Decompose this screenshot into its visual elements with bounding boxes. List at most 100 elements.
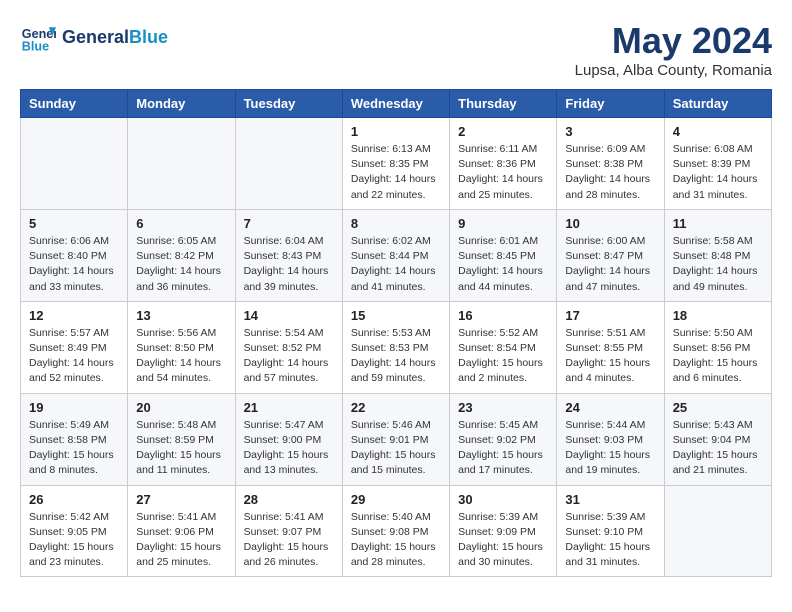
- day-number: 13: [136, 308, 226, 323]
- calendar-table: SundayMondayTuesdayWednesdayThursdayFrid…: [20, 89, 772, 577]
- calendar-cell: 25 Sunrise: 5:43 AM Sunset: 9:04 PM Dayli…: [664, 393, 771, 485]
- day-info: Sunrise: 5:39 AM Sunset: 9:09 PM Dayligh…: [458, 510, 548, 571]
- day-info: Sunrise: 5:48 AM Sunset: 8:59 PM Dayligh…: [136, 418, 226, 479]
- calendar-cell: 12 Sunrise: 5:57 AM Sunset: 8:49 PM Dayli…: [21, 301, 128, 393]
- calendar-week-row: 26 Sunrise: 5:42 AM Sunset: 9:05 PM Dayli…: [21, 485, 772, 577]
- calendar-cell: 9 Sunrise: 6:01 AM Sunset: 8:45 PM Daylig…: [450, 209, 557, 301]
- day-number: 2: [458, 124, 548, 139]
- day-number: 17: [565, 308, 655, 323]
- calendar-week-row: 1Sunrise: 6:13 AM Sunset: 8:35 PM Daylig…: [21, 118, 772, 210]
- svg-text:Blue: Blue: [22, 40, 49, 54]
- day-number: 4: [673, 124, 763, 139]
- day-info: Sunrise: 6:02 AM Sunset: 8:44 PM Dayligh…: [351, 234, 441, 295]
- calendar-week-row: 12 Sunrise: 5:57 AM Sunset: 8:49 PM Dayli…: [21, 301, 772, 393]
- calendar-cell: 28 Sunrise: 5:41 AM Sunset: 9:07 PM Dayli…: [235, 485, 342, 577]
- day-info: Sunrise: 5:47 AM Sunset: 9:00 PM Dayligh…: [244, 418, 334, 479]
- header-thursday: Thursday: [450, 90, 557, 118]
- calendar-cell: 20 Sunrise: 5:48 AM Sunset: 8:59 PM Dayli…: [128, 393, 235, 485]
- day-number: 18: [673, 308, 763, 323]
- calendar-cell: 5Sunrise: 6:06 AM Sunset: 8:40 PM Daylig…: [21, 209, 128, 301]
- logo-text: GeneralBlue: [62, 28, 168, 48]
- calendar-cell: 11 Sunrise: 5:58 AM Sunset: 8:48 PM Dayli…: [664, 209, 771, 301]
- day-number: 28: [244, 492, 334, 507]
- day-info: Sunrise: 5:41 AM Sunset: 9:06 PM Dayligh…: [136, 510, 226, 571]
- calendar-cell: [664, 485, 771, 577]
- day-number: 22: [351, 400, 441, 415]
- header: General Blue GeneralBlue May 2024 Lupsa,…: [20, 20, 772, 79]
- day-number: 5: [29, 216, 119, 231]
- day-info: Sunrise: 5:57 AM Sunset: 8:49 PM Dayligh…: [29, 326, 119, 387]
- calendar-cell: 18 Sunrise: 5:50 AM Sunset: 8:56 PM Dayli…: [664, 301, 771, 393]
- calendar-cell: 29Sunrise: 5:40 AM Sunset: 9:08 PM Dayli…: [342, 485, 449, 577]
- calendar-cell: 30Sunrise: 5:39 AM Sunset: 9:09 PM Dayli…: [450, 485, 557, 577]
- day-number: 10: [565, 216, 655, 231]
- calendar-cell: 21Sunrise: 5:47 AM Sunset: 9:00 PM Dayli…: [235, 393, 342, 485]
- logo: General Blue GeneralBlue: [20, 20, 168, 56]
- day-info: Sunrise: 5:58 AM Sunset: 8:48 PM Dayligh…: [673, 234, 763, 295]
- header-sunday: Sunday: [21, 90, 128, 118]
- day-info: Sunrise: 5:53 AM Sunset: 8:53 PM Dayligh…: [351, 326, 441, 387]
- day-info: Sunrise: 5:51 AM Sunset: 8:55 PM Dayligh…: [565, 326, 655, 387]
- day-info: Sunrise: 5:52 AM Sunset: 8:54 PM Dayligh…: [458, 326, 548, 387]
- calendar-cell: 4 Sunrise: 6:08 AM Sunset: 8:39 PM Daylig…: [664, 118, 771, 210]
- day-info: Sunrise: 6:11 AM Sunset: 8:36 PM Dayligh…: [458, 142, 548, 203]
- calendar-cell: 27 Sunrise: 5:41 AM Sunset: 9:06 PM Dayli…: [128, 485, 235, 577]
- calendar-cell: 2 Sunrise: 6:11 AM Sunset: 8:36 PM Daylig…: [450, 118, 557, 210]
- day-number: 9: [458, 216, 548, 231]
- calendar-cell: 15Sunrise: 5:53 AM Sunset: 8:53 PM Dayli…: [342, 301, 449, 393]
- header-friday: Friday: [557, 90, 664, 118]
- day-info: Sunrise: 6:08 AM Sunset: 8:39 PM Dayligh…: [673, 142, 763, 203]
- calendar-cell: 26 Sunrise: 5:42 AM Sunset: 9:05 PM Dayli…: [21, 485, 128, 577]
- calendar-cell: 6Sunrise: 6:05 AM Sunset: 8:42 PM Daylig…: [128, 209, 235, 301]
- calendar-cell: 10 Sunrise: 6:00 AM Sunset: 8:47 PM Dayli…: [557, 209, 664, 301]
- day-info: Sunrise: 5:49 AM Sunset: 8:58 PM Dayligh…: [29, 418, 119, 479]
- logo-icon: General Blue: [20, 20, 56, 56]
- day-info: Sunrise: 5:39 AM Sunset: 9:10 PM Dayligh…: [565, 510, 655, 571]
- day-number: 1: [351, 124, 441, 139]
- day-number: 31: [565, 492, 655, 507]
- day-number: 16: [458, 308, 548, 323]
- day-info: Sunrise: 5:50 AM Sunset: 8:56 PM Dayligh…: [673, 326, 763, 387]
- header-saturday: Saturday: [664, 90, 771, 118]
- day-info: Sunrise: 5:42 AM Sunset: 9:05 PM Dayligh…: [29, 510, 119, 571]
- calendar-cell: 24 Sunrise: 5:44 AM Sunset: 9:03 PM Dayli…: [557, 393, 664, 485]
- header-wednesday: Wednesday: [342, 90, 449, 118]
- day-number: 12: [29, 308, 119, 323]
- header-tuesday: Tuesday: [235, 90, 342, 118]
- day-number: 25: [673, 400, 763, 415]
- day-info: Sunrise: 6:00 AM Sunset: 8:47 PM Dayligh…: [565, 234, 655, 295]
- calendar-cell: 16 Sunrise: 5:52 AM Sunset: 8:54 PM Dayli…: [450, 301, 557, 393]
- day-info: Sunrise: 5:43 AM Sunset: 9:04 PM Dayligh…: [673, 418, 763, 479]
- calendar-cell: 3Sunrise: 6:09 AM Sunset: 8:38 PM Daylig…: [557, 118, 664, 210]
- day-number: 7: [244, 216, 334, 231]
- calendar-cell: 13 Sunrise: 5:56 AM Sunset: 8:50 PM Dayli…: [128, 301, 235, 393]
- calendar-cell: 7 Sunrise: 6:04 AM Sunset: 8:43 PM Daylig…: [235, 209, 342, 301]
- calendar-week-row: 5Sunrise: 6:06 AM Sunset: 8:40 PM Daylig…: [21, 209, 772, 301]
- day-info: Sunrise: 5:44 AM Sunset: 9:03 PM Dayligh…: [565, 418, 655, 479]
- day-number: 26: [29, 492, 119, 507]
- calendar-cell: 31 Sunrise: 5:39 AM Sunset: 9:10 PM Dayli…: [557, 485, 664, 577]
- calendar-cell: 19 Sunrise: 5:49 AM Sunset: 8:58 PM Dayli…: [21, 393, 128, 485]
- calendar-header-row: SundayMondayTuesdayWednesdayThursdayFrid…: [21, 90, 772, 118]
- day-info: Sunrise: 5:41 AM Sunset: 9:07 PM Dayligh…: [244, 510, 334, 571]
- calendar-cell: 1Sunrise: 6:13 AM Sunset: 8:35 PM Daylig…: [342, 118, 449, 210]
- day-info: Sunrise: 6:01 AM Sunset: 8:45 PM Dayligh…: [458, 234, 548, 295]
- day-number: 20: [136, 400, 226, 415]
- day-info: Sunrise: 5:46 AM Sunset: 9:01 PM Dayligh…: [351, 418, 441, 479]
- calendar-cell: [21, 118, 128, 210]
- title-area: May 2024 Lupsa, Alba County, Romania: [575, 20, 772, 79]
- day-info: Sunrise: 5:40 AM Sunset: 9:08 PM Dayligh…: [351, 510, 441, 571]
- day-number: 19: [29, 400, 119, 415]
- day-info: Sunrise: 5:54 AM Sunset: 8:52 PM Dayligh…: [244, 326, 334, 387]
- day-info: Sunrise: 5:45 AM Sunset: 9:02 PM Dayligh…: [458, 418, 548, 479]
- day-info: Sunrise: 6:09 AM Sunset: 8:38 PM Dayligh…: [565, 142, 655, 203]
- day-number: 11: [673, 216, 763, 231]
- day-info: Sunrise: 6:04 AM Sunset: 8:43 PM Dayligh…: [244, 234, 334, 295]
- day-number: 14: [244, 308, 334, 323]
- calendar-cell: 17 Sunrise: 5:51 AM Sunset: 8:55 PM Dayli…: [557, 301, 664, 393]
- day-number: 27: [136, 492, 226, 507]
- header-monday: Monday: [128, 90, 235, 118]
- day-number: 24: [565, 400, 655, 415]
- day-info: Sunrise: 5:56 AM Sunset: 8:50 PM Dayligh…: [136, 326, 226, 387]
- calendar-week-row: 19 Sunrise: 5:49 AM Sunset: 8:58 PM Dayli…: [21, 393, 772, 485]
